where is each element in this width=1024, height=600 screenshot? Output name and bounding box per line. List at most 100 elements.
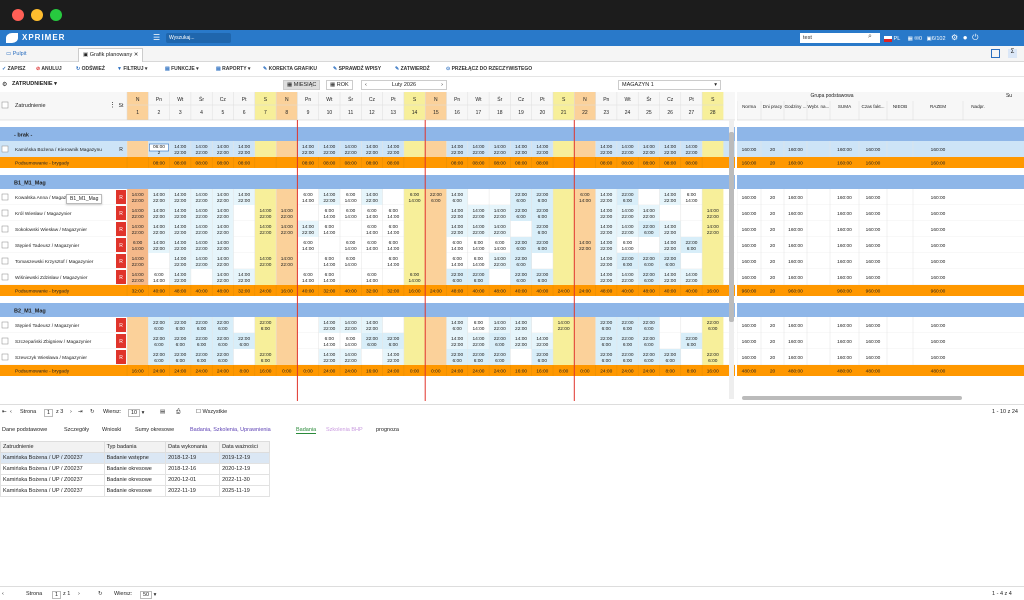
row-checkbox[interactable] <box>1 321 9 329</box>
refresh-button[interactable]: ↻ ODŚWIEŻ <box>76 66 105 72</box>
maximize-window-button[interactable] <box>50 9 62 21</box>
warehouse-select[interactable]: MAGAZYN 1 ▾ <box>618 80 721 90</box>
settings-icon[interactable]: ⚙ <box>2 81 7 88</box>
shift-end: 14:00 <box>302 198 314 204</box>
refresh-icon[interactable]: ↻ <box>98 591 103 597</box>
group-row[interactable] <box>0 175 735 189</box>
summary-value: 32:00 <box>132 289 144 295</box>
summary-value: 48:00 <box>643 289 655 295</box>
next-page-icon[interactable]: › <box>78 591 80 597</box>
global-search[interactable]: Wyszukaj... <box>166 33 231 43</box>
table-row[interactable]: Kamińska Bożena / UP / Z00237 Badanie okr… <box>0 485 270 497</box>
detail-col-header[interactable]: Data wykonania <box>165 441 221 453</box>
detail-col-header[interactable]: Data ważności <box>219 441 270 453</box>
detail-tab[interactable]: Dane podstawowe <box>2 427 47 433</box>
page-input[interactable]: 1 <box>44 409 54 417</box>
cancel-button[interactable]: ⊘ ANULUJ <box>36 66 62 72</box>
tab-grafik[interactable]: ▣ Grafik planowany ✕ <box>78 48 144 62</box>
correct-schedule-button[interactable]: ✎ KOREKTA GRAFIKU <box>263 66 317 72</box>
detail-tab[interactable]: Szczegóły <box>64 427 89 433</box>
row-checkbox[interactable] <box>1 337 9 345</box>
detail-tab[interactable]: prognoza <box>376 427 399 433</box>
row-checkbox[interactable] <box>1 209 9 217</box>
page-input[interactable]: 1 <box>52 591 62 599</box>
row-checkbox[interactable] <box>1 193 9 201</box>
minimize-window-button[interactable] <box>31 9 43 21</box>
save-button[interactable]: ✓ ZAPISZ <box>2 66 25 72</box>
layout-icon[interactable] <box>991 49 1000 58</box>
prev-icon[interactable]: ‹ <box>365 81 367 90</box>
table-row[interactable]: Kamińska Bożena / UP / Z00237 Badanie okr… <box>0 474 270 486</box>
row-checkbox[interactable] <box>1 273 9 281</box>
row-checkbox[interactable] <box>1 257 9 265</box>
filter-button[interactable]: ▼ FILTRUJ ▾ <box>117 66 147 72</box>
print-icon[interactable]: ⎙ <box>176 409 180 416</box>
reports-button[interactable]: ▤ RAPORTY ▾ <box>216 66 250 72</box>
grid-icon: ▦ <box>330 82 337 88</box>
grid-icon[interactable]: ▦ <box>908 36 913 42</box>
close-icon[interactable]: ✕ <box>132 52 139 58</box>
day-number: 14 <box>412 110 418 116</box>
shift-cell-bg <box>276 317 298 333</box>
shift-end: 6:00 <box>538 278 548 284</box>
first-page-icon[interactable]: ⇤ <box>2 409 7 415</box>
summary-value: 08:00 <box>515 161 527 167</box>
shift-start: 6:00 <box>389 240 399 246</box>
switch-real-button[interactable]: ⊙ PRZEŁĄCZ DO RZECZYWISTEGO <box>446 66 532 72</box>
check-entries-button[interactable]: ✎ SPRAWDŹ WPISY <box>333 66 381 72</box>
power-icon[interactable]: ⏻ <box>972 33 978 42</box>
all-checkbox[interactable]: ☐ Wszystkie <box>196 409 227 415</box>
detail-col-header[interactable]: Zatrudnienie <box>0 441 105 453</box>
rows-select[interactable]: 50 ▾ <box>140 591 156 599</box>
detail-tab[interactable]: Badania <box>296 427 317 434</box>
horizontal-scrollbar[interactable] <box>742 396 962 400</box>
row-checkbox[interactable] <box>1 225 9 233</box>
next-icon[interactable]: › <box>441 81 443 90</box>
summary-value: 32:00 <box>366 289 378 295</box>
detail-tab[interactable]: Wnioski <box>102 427 121 433</box>
detail-col-header[interactable]: Typ badania <box>103 441 167 453</box>
close-window-button[interactable] <box>12 9 24 21</box>
row-checkbox[interactable] <box>1 241 9 249</box>
summary-value: 16:00 <box>281 289 293 295</box>
month-toggle[interactable]: ▦ MIESIĄC <box>283 80 321 90</box>
shift-end: 22:00 <box>217 214 229 220</box>
table-row[interactable]: Kamińska Bożena / UP / Z00237 Badanie wst… <box>0 452 270 464</box>
flag-icon[interactable] <box>884 35 892 42</box>
menu-icon[interactable]: ☰ <box>153 33 160 42</box>
sum-icon[interactable]: Σ <box>1008 49 1017 58</box>
detail-tab[interactable]: Szkolenia BHP <box>326 427 363 433</box>
group-row[interactable] <box>0 127 735 141</box>
period-picker[interactable]: ‹ Luty 2026 › <box>361 80 447 90</box>
summary-value: 08:00 <box>238 161 250 167</box>
year-toggle[interactable]: ▦ ROK <box>326 80 353 90</box>
group-row[interactable] <box>0 303 735 317</box>
refresh-icon[interactable]: ↻ <box>90 409 95 415</box>
search-icon[interactable]: ⌕ <box>868 33 872 41</box>
tab-pulpit[interactable]: ▭ Pulpit <box>2 48 31 62</box>
row-checkbox[interactable] <box>1 353 9 361</box>
day-number: 3 <box>179 110 182 116</box>
detail-tab[interactable]: Badania, Szkolenia, Uprawnienia <box>190 427 271 433</box>
approve-button[interactable]: ✎ ZATWIERDŹ <box>395 66 430 72</box>
last-page-icon[interactable]: ⇥ <box>78 409 83 415</box>
scrollbar-thumb[interactable] <box>729 132 734 322</box>
prev-page-icon[interactable]: ‹ <box>10 409 12 415</box>
shift-end: 14:00 <box>323 230 335 236</box>
export-icon[interactable]: ▤ <box>160 409 165 415</box>
rows-select[interactable]: 10 ▾ <box>128 409 144 417</box>
functions-button[interactable]: ▤ FUNKCJE ▾ <box>165 66 199 72</box>
select-all-checkbox[interactable] <box>1 101 9 109</box>
schedule-grid[interactable]: Zatrudnienie ⋮ St N 1 Pn 2 Wt 3 Śr 4 Cz 5 Pt 6 S 7 N 8 Pn 9 W… <box>0 92 735 401</box>
user-icon[interactable]: ● <box>963 33 968 42</box>
language-select[interactable]: PL <box>894 36 901 42</box>
table-row[interactable]: Kamińska Bożena / UP / Z00237 Badanie okr… <box>0 463 270 475</box>
day-name: Wt <box>177 97 184 103</box>
detail-tab[interactable]: Sumy okresowe <box>135 427 174 433</box>
row-checkbox[interactable] <box>1 145 9 153</box>
grouping-select[interactable]: ZATRUDNIENIE ▾ <box>12 81 57 87</box>
settings-icon[interactable]: ⚙ <box>951 33 958 42</box>
next-page-icon[interactable]: › <box>70 409 72 415</box>
shift-start: 14:00 <box>302 224 314 230</box>
prev-page-icon[interactable]: ‹ <box>2 591 4 597</box>
